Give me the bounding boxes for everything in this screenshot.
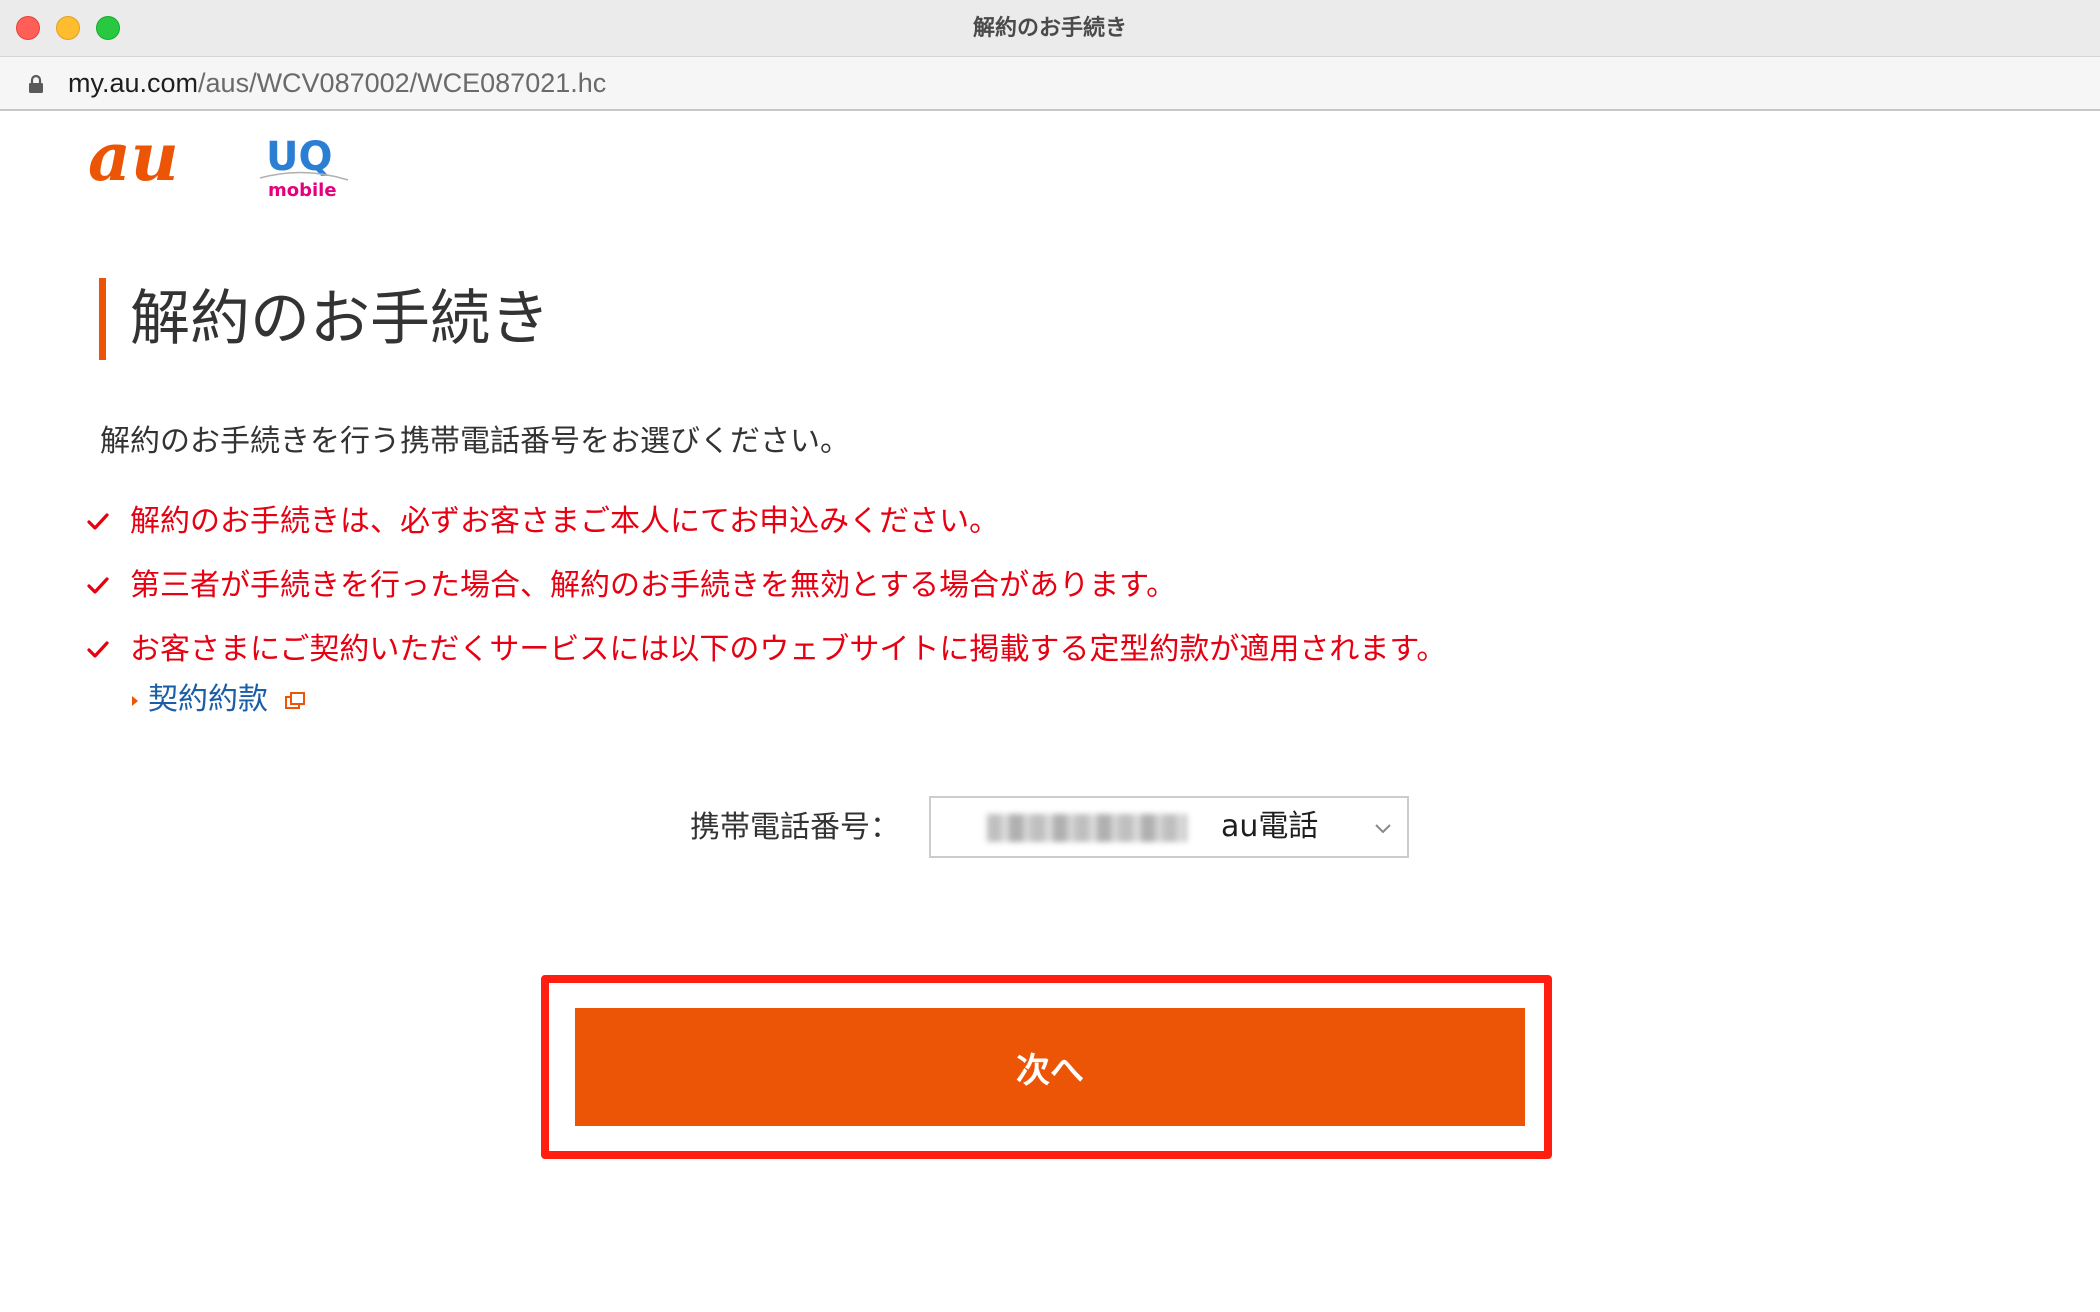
phone-number-label: 携帯電話番号： — [690, 810, 900, 845]
notice-item: 第三者が手続きを行った場合、解約のお手続きを無効とする場合があります。 — [86, 564, 1986, 628]
svg-text:au: au — [88, 128, 179, 190]
link-arrow-icon — [132, 696, 138, 706]
url-host: my.au.com — [68, 68, 199, 98]
window-title: 解約のお手続き — [972, 15, 1127, 40]
notice-list: 解約のお手続きは、必ずお客さまご本人にてお申込みください。 第三者が手続きを行っ… — [86, 500, 1986, 692]
au-logo[interactable]: au — [86, 128, 216, 190]
svg-text:mobile: mobile — [268, 180, 337, 200]
masked-phone-number — [987, 814, 1187, 842]
check-icon — [87, 513, 109, 530]
notice-item: 解約のお手続きは、必ずお客さまご本人にてお申込みください。 — [86, 500, 1986, 564]
uq-mobile-logo[interactable]: UQ mobile — [256, 130, 352, 200]
lock-icon — [29, 74, 43, 93]
chevron-down-icon — [1375, 824, 1391, 834]
page-title: 解約のお手続き — [130, 284, 550, 354]
notice-text: お客さまにご契約いただくサービスには以下のウェブサイトに掲載する定型約款が適用さ… — [130, 632, 1447, 667]
phone-number-select[interactable]: au電話 — [929, 796, 1409, 858]
check-icon — [87, 641, 109, 658]
window-titlebar: 解約のお手続き — [0, 0, 2100, 57]
heading-accent-bar — [99, 278, 106, 360]
notice-text: 第三者が手続きを行った場合、解約のお手続きを無効とする場合があります。 — [130, 568, 1177, 603]
notice-text: 解約のお手続きは、必ずお客さまご本人にてお申込みください。 — [130, 504, 1000, 539]
url-text[interactable]: my.au.com/aus/WCV087002/WCE087021.hc — [68, 57, 606, 109]
selected-phone-type: au電話 — [1221, 809, 1319, 844]
notice-item: お客さまにご契約いただくサービスには以下のウェブサイトに掲載する定型約款が適用さ… — [86, 628, 1986, 692]
address-bar[interactable]: my.au.com/aus/WCV087002/WCE087021.hc — [0, 57, 2100, 111]
url-path: /aus/WCV087002/WCE087021.hc — [198, 68, 607, 98]
contract-terms-link[interactable]: 契約約款 — [148, 680, 268, 720]
next-button[interactable]: 次へ — [575, 1008, 1525, 1126]
intro-text: 解約のお手続きを行う携帯電話番号をお選びください。 — [100, 424, 850, 459]
check-icon — [87, 577, 109, 594]
external-link-icon[interactable] — [284, 690, 306, 712]
